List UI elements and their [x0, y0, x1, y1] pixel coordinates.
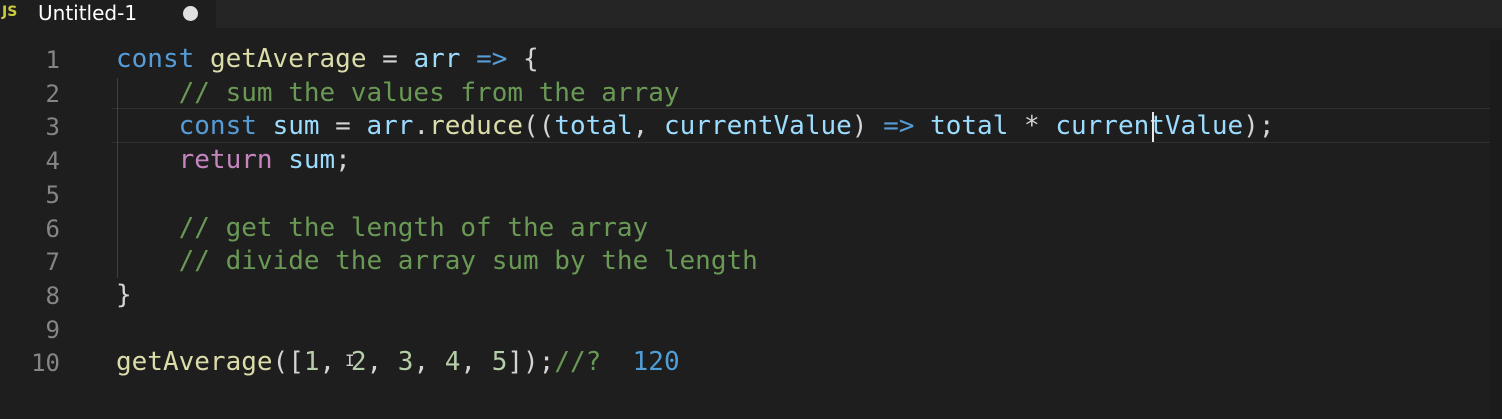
code-line[interactable]: // divide the array sum by the length	[116, 246, 758, 276]
code-token: const	[116, 44, 195, 74]
code-editor[interactable]: JS Untitled-1 1 2 3 4 5 6 7 8 9 10 const getAvera…	[0, 0, 1502, 419]
code-token: currentValue	[1055, 111, 1244, 142]
line-number: 7	[45, 248, 60, 277]
code-token: =>	[883, 111, 915, 142]
javascript-file-icon: JS	[2, 4, 18, 20]
unsaved-changes-dot-icon[interactable]	[183, 6, 198, 21]
line-number: 1	[45, 46, 60, 74]
code-line[interactable]: // get the length of the array	[116, 212, 649, 243]
line-number: 4	[45, 147, 60, 176]
code-token: ;	[335, 145, 351, 176]
code-token: =>	[476, 44, 508, 74]
code-token: arr	[413, 44, 461, 74]
code-token: *	[1008, 111, 1056, 142]
quokka-result-value: 120	[632, 347, 680, 378]
code-line[interactable]: return sum;	[116, 145, 351, 175]
mouse-ibeam-icon: I	[345, 351, 355, 370]
code-token: ((	[523, 111, 555, 142]
code-line[interactable]: }	[116, 280, 132, 310]
tab-bar: JS Untitled-1	[0, 0, 1502, 28]
code-token: return	[178, 145, 273, 176]
code-token: getAverage	[209, 44, 367, 74]
code-token: arr	[366, 111, 414, 142]
code-line[interactable]: const sum = arr.reduce((total, currentVa…	[116, 111, 1275, 142]
code-token: reduce	[429, 111, 524, 142]
code-token: ,	[413, 347, 445, 378]
line-number: 10	[31, 349, 60, 378]
text-cursor	[1152, 112, 1154, 142]
code-token: ,	[460, 347, 492, 378]
code-line[interactable]: // sum the values from the array	[116, 78, 680, 108]
code-line[interactable]: const getAverage = arr => {	[116, 44, 539, 74]
line-number: 3	[45, 113, 60, 142]
code-token: currentValue	[663, 111, 852, 142]
code-token: 1	[303, 347, 320, 378]
code-token: total	[554, 111, 633, 142]
line-number: 8	[45, 281, 60, 310]
code-token: const	[178, 111, 257, 142]
code-token: sum	[288, 145, 336, 176]
code-token: ]);	[507, 347, 555, 378]
code-token: total	[930, 111, 1009, 142]
code-token: 5	[491, 347, 508, 378]
code-token: getAverage	[116, 347, 273, 378]
code-line[interactable]: getAverage([1, 2, 3, 4, 5]);//? 120	[116, 347, 680, 377]
line-number: 5	[45, 180, 60, 209]
code-token: // divide the array sum by the length	[178, 246, 758, 277]
line-number: 9	[45, 315, 60, 344]
code-token: // sum the values from the array	[178, 77, 680, 108]
code-token: 4	[444, 347, 461, 378]
code-token: // get the length of the array	[178, 212, 649, 243]
code-token: .	[413, 111, 430, 142]
tab-title: Untitled-1	[38, 1, 138, 25]
code-token: ,	[366, 347, 398, 378]
code-token: 3	[397, 347, 414, 378]
code-token: ([	[272, 347, 304, 378]
code-token: //?	[554, 347, 602, 378]
code-token: }	[116, 279, 132, 310]
code-token: =	[319, 111, 367, 142]
line-number: 6	[45, 214, 60, 243]
tab-untitled-1[interactable]: JS Untitled-1	[0, 0, 216, 28]
code-token: );	[1243, 111, 1275, 142]
code-token: =	[366, 44, 414, 74]
code-token: sum	[272, 111, 320, 142]
code-token: {	[507, 44, 539, 74]
minimap-strip[interactable]	[1490, 40, 1502, 419]
code-token: )	[851, 111, 884, 142]
code-token: ,	[632, 111, 664, 142]
line-number: 2	[45, 79, 60, 108]
